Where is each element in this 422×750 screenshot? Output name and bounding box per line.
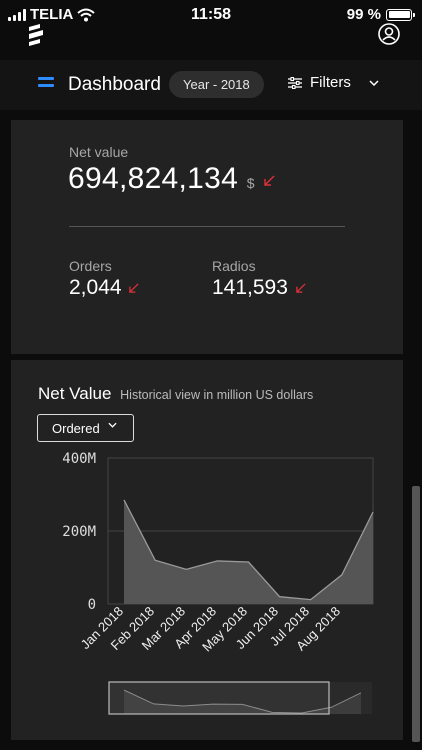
- orders-value-group: 2,044: [69, 276, 139, 300]
- status-right: 99 %: [346, 6, 415, 23]
- status-bar: TELIA 11:58 99 %: [0, 0, 422, 30]
- scrollbar[interactable]: [412, 486, 420, 742]
- net-value-unit: $: [246, 175, 255, 191]
- kpi-divider: [69, 226, 345, 227]
- radios-value: 141,593: [212, 276, 288, 299]
- radios-label: Radios: [212, 258, 256, 274]
- dropdown-value: Ordered: [52, 421, 100, 436]
- orders-value: 2,044: [69, 276, 122, 299]
- chart-subtitle: Historical view in million US dollars: [120, 388, 314, 402]
- decrease-arrow-icon: [296, 283, 306, 294]
- telia-logo-icon: [29, 24, 43, 46]
- kpi-card: Net value 694,824,134 $ Orders 2,044 Rad…: [11, 120, 403, 354]
- filters-label: Filters: [310, 74, 351, 91]
- year-filter-chip[interactable]: Year - 2018: [169, 71, 264, 98]
- battery-icon: [386, 8, 415, 21]
- battery-percent: 99 %: [346, 6, 381, 23]
- net-value-chart-card: Net Value Historical view in million US …: [11, 360, 403, 740]
- decrease-arrow-icon: [263, 175, 275, 186]
- chevron-down-icon: [369, 79, 379, 86]
- radios-value-group: 141,593: [212, 276, 306, 300]
- net-value-label: Net value: [69, 144, 129, 160]
- chart-title-text: Net Value: [38, 384, 112, 403]
- order-type-dropdown[interactable]: Ordered: [37, 414, 134, 442]
- chevron-down-icon: [108, 422, 117, 428]
- user-icon[interactable]: [378, 23, 400, 45]
- page-title: Dashboard: [68, 74, 161, 95]
- filters-button[interactable]: Filters: [288, 74, 379, 91]
- dashboard-header: Dashboard Year - 2018 Filters: [0, 60, 422, 110]
- net-value-amount: 694,824,134: [68, 162, 239, 195]
- chart-title: Net Value Historical view in million US …: [38, 384, 313, 404]
- sliders-icon: [288, 76, 302, 89]
- net-value: 694,824,134 $: [68, 162, 275, 196]
- decrease-arrow-icon: [129, 283, 139, 294]
- orders-label: Orders: [69, 258, 112, 274]
- menu-icon[interactable]: [38, 77, 54, 91]
